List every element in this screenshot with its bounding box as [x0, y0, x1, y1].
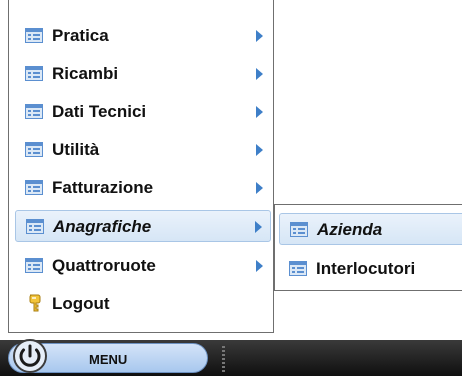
menu-item-anagrafiche[interactable]: Anagrafiche — [15, 210, 271, 242]
menu-item-label: Fatturazione — [52, 178, 154, 197]
menu-item-dati-tecnici[interactable]: Dati Tecnici — [15, 96, 271, 128]
key-icon — [29, 294, 41, 312]
menu-item-label: Utilità — [52, 140, 100, 159]
submenu-item-interlocutori[interactable]: Interlocutori — [279, 253, 462, 285]
submenu-arrow-icon — [256, 30, 263, 42]
submenu-anagrafiche: Azienda Interlocutori — [274, 204, 462, 291]
window-icon — [25, 104, 43, 119]
window-icon — [25, 66, 43, 81]
start-menu-label: MENU — [89, 352, 128, 367]
submenu-arrow-icon — [256, 68, 263, 80]
menu-item-label: Quattroruote — [52, 256, 156, 275]
window-icon — [25, 28, 43, 43]
power-icon[interactable] — [12, 338, 48, 374]
menu-item-ricambi[interactable]: Ricambi — [15, 58, 271, 90]
submenu-item-azienda[interactable]: Azienda — [279, 213, 462, 245]
menu-item-label: Pratica — [52, 26, 109, 45]
window-icon — [25, 142, 43, 157]
menu-item-logout[interactable]: Logout — [15, 288, 271, 320]
window-icon — [25, 180, 43, 195]
menu-item-fatturazione[interactable]: Fatturazione — [15, 172, 271, 204]
menu-item-label: Anagrafiche — [53, 217, 152, 236]
submenu-arrow-icon — [256, 106, 263, 118]
menu-item-label: Logout — [52, 294, 110, 313]
submenu-arrow-icon — [256, 260, 263, 272]
menu-item-label: Dati Tecnici — [52, 102, 147, 121]
taskbar-grip[interactable] — [222, 346, 225, 372]
window-icon — [26, 219, 44, 234]
window-icon — [25, 258, 43, 273]
submenu-arrow-icon — [255, 221, 262, 233]
window-icon — [289, 261, 307, 276]
window-icon — [290, 222, 308, 237]
submenu-item-label: Interlocutori — [316, 259, 416, 278]
menu-item-quattroruote[interactable]: Quattroruote — [15, 250, 271, 282]
start-menu: Pratica Ricambi Dati Tecnici Utilità Fat… — [8, 0, 274, 333]
submenu-arrow-icon — [256, 144, 263, 156]
menu-item-pratica[interactable]: Pratica — [15, 20, 271, 52]
menu-item-label: Ricambi — [52, 64, 119, 83]
submenu-item-label: Azienda — [317, 220, 383, 239]
submenu-arrow-icon — [256, 182, 263, 194]
menu-item-utilita[interactable]: Utilità — [15, 134, 271, 166]
